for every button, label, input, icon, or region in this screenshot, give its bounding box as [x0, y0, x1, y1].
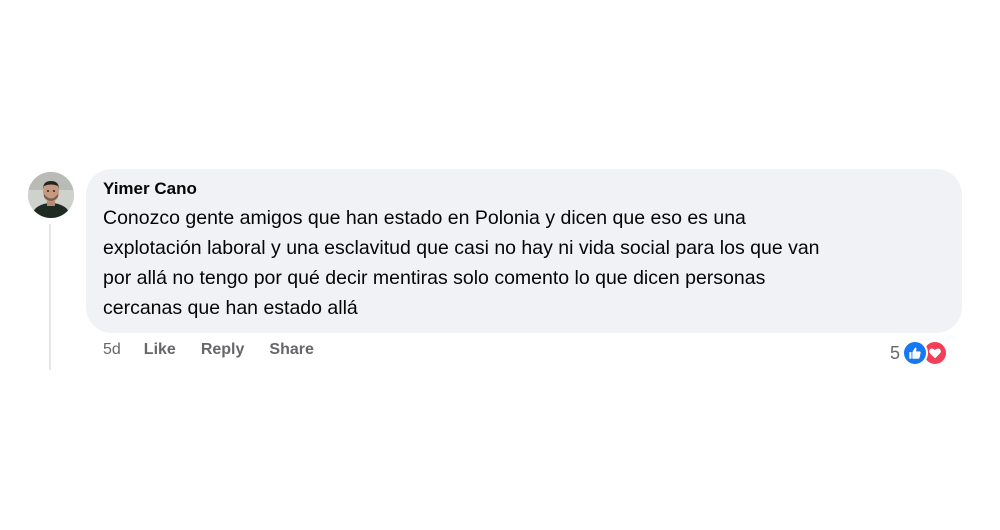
reaction-summary[interactable]: 5 [890, 339, 949, 367]
comment-text: Conozco gente amigos que han estado en P… [103, 207, 820, 319]
share-button[interactable]: Share [269, 341, 313, 359]
reaction-count: 5 [890, 342, 901, 363]
comment-thread: Yimer Cano Conozco gente amigos que han … [0, 0, 1000, 530]
reply-button[interactable]: Reply [201, 341, 245, 359]
comment-author[interactable]: Yimer Cano [103, 178, 944, 200]
comment-bubble: Yimer Cano Conozco gente amigos que han … [86, 169, 962, 333]
avatar-image [28, 172, 74, 218]
like-button[interactable]: Like [144, 341, 176, 359]
thumbs-up-icon [902, 340, 929, 366]
comment-timestamp[interactable]: 5d [103, 341, 121, 359]
comment-actions: 5d Like Reply Share [103, 338, 339, 362]
avatar[interactable] [28, 172, 74, 218]
thread-connector-line [49, 224, 51, 370]
